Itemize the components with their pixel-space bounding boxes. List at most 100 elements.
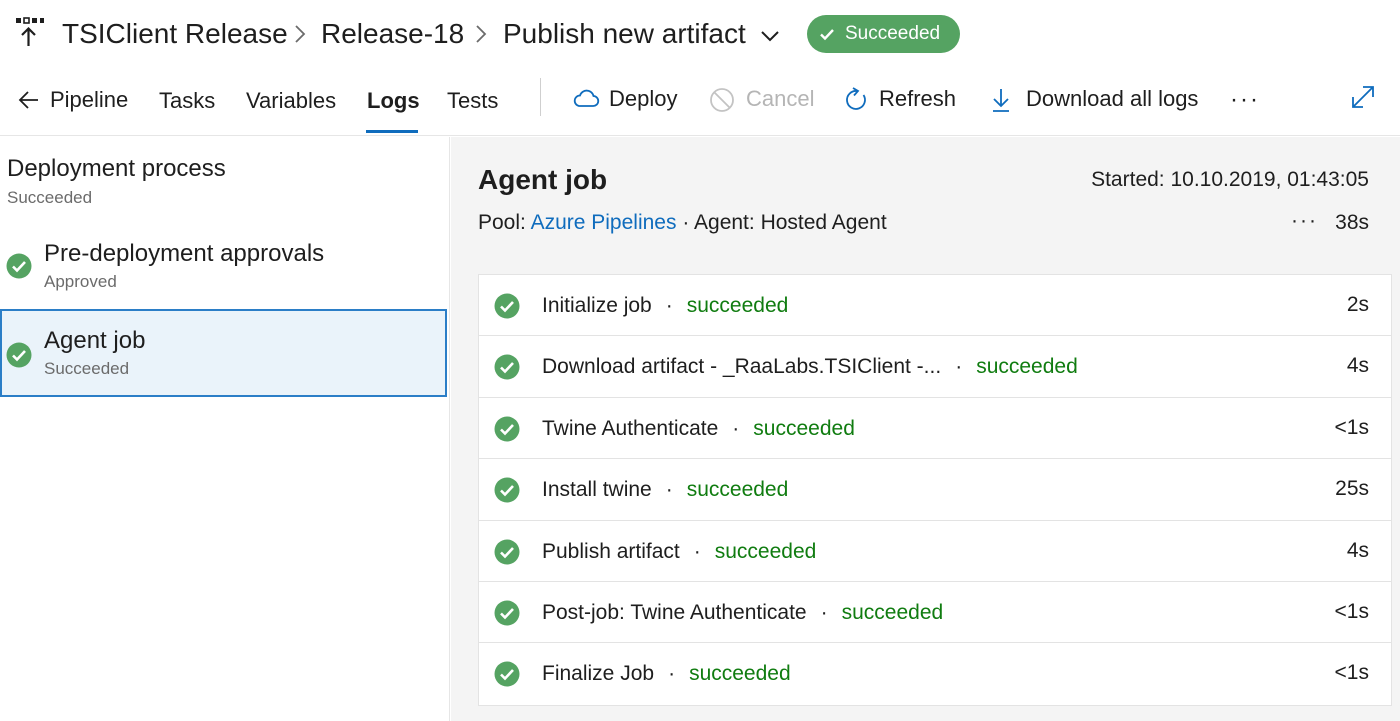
step-status: succeeded: [714, 539, 817, 563]
step-status: succeeded: [841, 600, 944, 624]
item-title: Agent job: [44, 327, 146, 354]
step-name: Publish artifact: [542, 539, 680, 563]
pool-link[interactable]: Azure Pipelines: [531, 211, 677, 234]
tab-logs[interactable]: Logs: [367, 87, 420, 115]
step-name: Finalize Job: [542, 662, 655, 686]
item-status: Succeeded: [44, 359, 130, 378]
item-status: Approved: [44, 272, 117, 291]
success-check-icon: [494, 477, 520, 503]
step-name: Initialize job: [542, 294, 652, 317]
check-icon: [820, 29, 834, 41]
status-badge-label: Succeeded: [845, 23, 941, 44]
agent-label: Agent: Hosted Agent: [694, 211, 887, 234]
status-badge: Succeeded: [807, 15, 960, 53]
step-name: Post-job: Twine Authenticate: [542, 600, 807, 624]
chevron-down-icon[interactable]: [758, 24, 782, 48]
expand-icon[interactable]: [1350, 84, 1376, 110]
step-status: succeeded: [753, 416, 855, 440]
download-label: Download all logs: [1026, 86, 1199, 111]
step-duration: <1s: [1334, 661, 1369, 685]
header: TSIClient Release Release-18 Publish new…: [0, 0, 1400, 68]
step-row[interactable]: Publish artifact · succeeded 4s: [479, 521, 1391, 582]
step-label: Finalize Job · succeeded: [542, 661, 791, 687]
arrow-left-icon: [18, 91, 38, 109]
step-label: Post-job: Twine Authenticate · succeeded: [542, 600, 943, 626]
refresh-icon: [846, 87, 866, 110]
step-status: succeeded: [686, 294, 789, 317]
success-check-icon: [494, 539, 520, 565]
step-separator: ·: [668, 662, 676, 686]
breadcrumb-pipeline[interactable]: TSIClient Release: [62, 17, 288, 51]
chevron-right-icon: [476, 25, 487, 43]
chevron-right-icon: [295, 25, 306, 43]
step-row[interactable]: Twine Authenticate · succeeded <1s: [479, 398, 1391, 460]
step-label: Twine Authenticate · succeeded: [542, 416, 855, 442]
step-label: Install twine · succeeded: [542, 477, 788, 503]
step-row[interactable]: Initialize job · succeeded 2s: [479, 275, 1391, 337]
step-separator: ·: [955, 355, 963, 379]
breadcrumb-stage[interactable]: Publish new artifact: [503, 17, 746, 51]
tab-variables[interactable]: Variables: [246, 87, 336, 115]
step-row[interactable]: Post-job: Twine Authenticate · succeeded <1…: [479, 582, 1391, 644]
section-status: Succeeded: [7, 188, 93, 207]
toolbar: Pipeline Tasks Variables Logs Tests Depl…: [0, 68, 1400, 136]
job-more-button[interactable]: ···: [1291, 209, 1318, 233]
success-check-icon: [494, 416, 520, 442]
step-separator: ·: [820, 600, 828, 624]
job-details-panel: Agent job Started: 10.10.2019, 01:43:05 …: [451, 137, 1400, 721]
success-check-icon: [494, 661, 520, 687]
step-status: succeeded: [976, 355, 1078, 379]
pool-label: Pool:: [478, 211, 526, 234]
step-duration: <1s: [1334, 415, 1369, 439]
step-name: Install twine: [542, 478, 652, 502]
success-check-icon: [494, 354, 520, 380]
deployment-process-panel: Deployment process Succeeded Pre-deploym…: [0, 137, 450, 721]
deploy-button[interactable]: Deploy: [572, 85, 677, 113]
job-started-time: Started: 10.10.2019, 01:43:05: [1091, 168, 1369, 191]
section-title: Deployment process: [7, 155, 226, 182]
refresh-button[interactable]: Refresh: [844, 85, 956, 113]
toolbar-divider: [540, 78, 541, 116]
job-title: Agent job: [478, 164, 608, 195]
job-duration: 38s: [1335, 211, 1369, 234]
cancel-button[interactable]: Cancel: [709, 85, 814, 113]
item-title: Pre-deployment approvals: [44, 240, 325, 267]
job-meta: Pool: Azure Pipelines · Agent: Hosted Ag…: [478, 210, 887, 236]
active-tab-indicator: [366, 130, 418, 133]
success-check-icon: [494, 600, 520, 626]
step-duration: 4s: [1346, 538, 1369, 562]
step-name: Download artifact - _RaaLabs.TSIClient -…: [542, 355, 942, 379]
more-actions-button[interactable]: ···: [1230, 86, 1260, 114]
step-label: Publish artifact · succeeded: [542, 539, 816, 565]
cloud-icon: [573, 89, 600, 107]
step-separator: ·: [665, 478, 673, 502]
success-check-icon: [494, 293, 520, 319]
step-separator: ·: [732, 416, 740, 440]
agent-job-item[interactable]: Agent job Succeeded: [0, 309, 447, 397]
step-row[interactable]: Finalize Job · succeeded <1s: [479, 643, 1391, 704]
step-duration: 25s: [1335, 477, 1369, 501]
step-row[interactable]: Install twine · succeeded 25s: [479, 459, 1391, 521]
meta-separator: ·: [682, 211, 690, 234]
cancel-icon: [710, 88, 734, 112]
pre-deployment-approvals-item[interactable]: Pre-deployment approvals Approved: [0, 223, 447, 311]
step-separator: ·: [693, 539, 701, 563]
step-label: Initialize job · succeeded: [542, 293, 788, 319]
download-all-logs-button[interactable]: Download all logs: [990, 85, 1198, 113]
steps-list: Initialize job · succeeded 2s Download artif…: [478, 274, 1392, 706]
success-check-icon: [6, 342, 32, 368]
breadcrumb-release[interactable]: Release-18: [321, 17, 464, 51]
tab-tests[interactable]: Tests: [447, 87, 498, 115]
step-name: Twine Authenticate: [542, 416, 719, 440]
step-status: succeeded: [689, 662, 791, 686]
step-row[interactable]: Download artifact - _RaaLabs.TSIClient -…: [479, 336, 1391, 398]
tab-tasks[interactable]: Tasks: [159, 87, 215, 115]
step-duration: 2s: [1346, 293, 1369, 316]
step-duration: 4s: [1346, 354, 1369, 378]
success-check-icon: [6, 253, 32, 279]
download-icon: [993, 89, 1009, 112]
step-label: Download artifact - _RaaLabs.TSIClient -…: [542, 354, 1078, 380]
step-status: succeeded: [686, 478, 789, 502]
back-to-pipeline-button[interactable]: Pipeline: [18, 86, 128, 114]
step-separator: ·: [665, 294, 673, 317]
